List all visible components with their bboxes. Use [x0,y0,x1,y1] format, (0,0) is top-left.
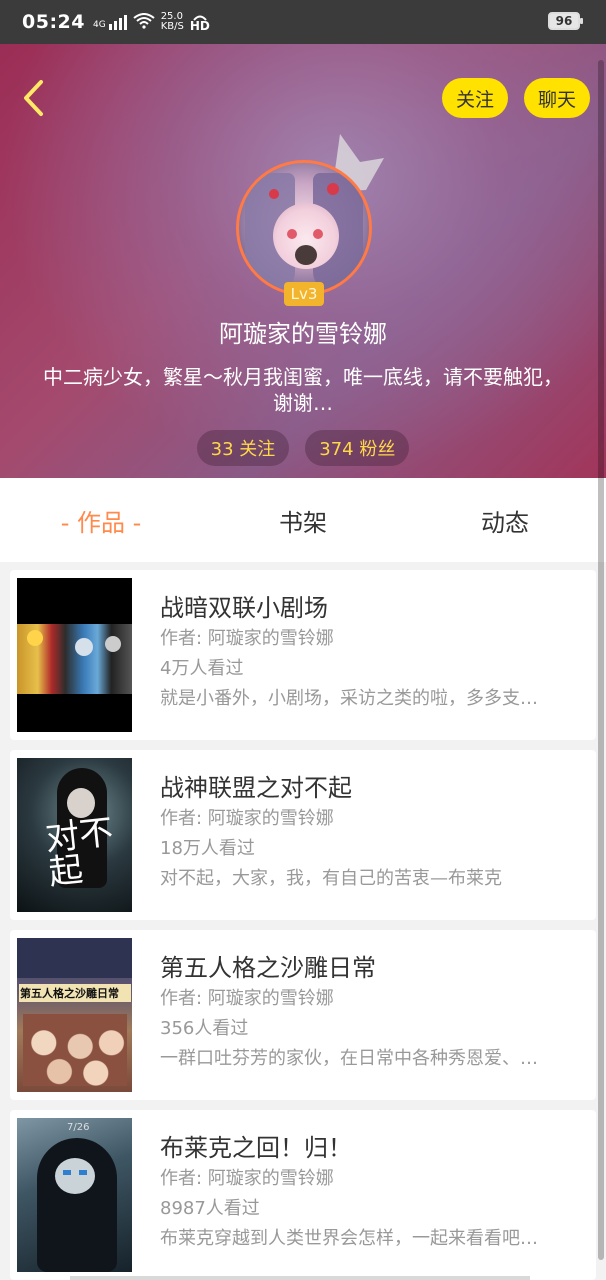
work-card[interactable]: 对不起 战神联盟之对不起 作者: 阿璇家的雪铃娜 18万人看过 对不起，大家，我… [10,750,596,920]
avatar-wrap[interactable] [236,160,372,296]
cover-title: 对不起 [43,812,116,893]
speed-unit: KB/S [160,21,184,32]
signal-icon: 4G [92,14,127,30]
work-views: 356人看过 [160,1018,249,1039]
work-title: 布莱克之回！归！ [160,1134,352,1162]
work-card[interactable]: 7/26 布莱克之回！归！ 作者: 阿璇家的雪铃娜 8987人看过 布莱克穿越到… [10,1110,596,1280]
work-info: 布莱克之回！归！ 作者: 阿璇家的雪铃娜 8987人看过 布莱克穿越到人类世界会… [160,1132,580,1254]
work-description: 就是小番外，小剧场，采访之类的啦，多多支… [160,688,538,709]
scrollbar[interactable] [598,60,604,1260]
bio: 中二病少女，繁星〜秋月我闺蜜，唯一底线，请不要触犯，谢谢… [43,365,563,415]
follow-button[interactable]: 关注 [441,78,508,118]
stats: 33 关注 374 粉丝 [0,430,606,466]
work-author: 作者: 阿璇家的雪铃娜 [160,808,334,829]
cover-title: 第五人格之沙雕日常 [19,984,131,1002]
status-icons: 4G 25.0 KB/S HD [93,12,210,32]
work-title: 第五人格之沙雕日常 [160,954,376,982]
profile-header: 关注 聊天 Lv3 阿璇家的雪铃娜 中二病少女，繁星〜秋月我闺蜜，唯一底线，请不… [0,44,606,478]
avatar-face [273,203,339,269]
work-author: 作者: 阿璇家的雪铃娜 [160,628,334,649]
work-views: 8987人看过 [160,1198,260,1219]
work-info: 第五人格之沙雕日常 作者: 阿璇家的雪铃娜 356人看过 一群口吐芬芳的家伙，在… [160,952,580,1074]
tab-bar: - 作品 - 书架 动态 [0,478,606,562]
status-time: 05:24 [22,11,85,33]
work-author: 作者: 阿璇家的雪铃娜 [160,988,334,1009]
work-description: 布莱克穿越到人类世界会怎样，一起来看看吧… [160,1228,538,1249]
work-cover: 7/26 [17,1118,132,1272]
work-title: 战神联盟之对不起 [160,774,352,802]
work-description: 一群口吐芬芳的家伙，在日常中各种秀恩爱、… [160,1048,538,1069]
chat-button[interactable]: 聊天 [523,78,590,118]
back-button[interactable] [16,78,50,118]
chevron-left-icon [24,80,43,116]
work-card[interactable]: 第五人格之沙雕日常 第五人格之沙雕日常 作者: 阿璇家的雪铃娜 356人看过 一… [10,930,596,1100]
tab-bookshelf[interactable]: 书架 [202,478,404,562]
cover-date: 7/26 [67,1122,90,1133]
work-author: 作者: 阿璇家的雪铃娜 [160,1168,334,1189]
battery-level: 96 [555,14,573,28]
followers-count[interactable]: 374 粉丝 [305,430,410,466]
status-bar: 05:24 4G 25.0 KB/S HD 96 [0,0,606,44]
work-cover: 第五人格之沙雕日常 [17,938,132,1092]
avatar[interactable] [236,160,372,296]
works-list: 战暗双联小剧场 作者: 阿璇家的雪铃娜 4万人看过 就是小番外，小剧场，采访之类… [0,562,606,1280]
top-actions: 关注 聊天 [441,78,590,118]
work-views: 18万人看过 [160,838,255,859]
work-info: 战神联盟之对不起 作者: 阿璇家的雪铃娜 18万人看过 对不起，大家，我，有自己… [160,772,580,894]
work-views: 4万人看过 [160,658,244,679]
following-count[interactable]: 33 关注 [196,430,290,466]
work-info: 战暗双联小剧场 作者: 阿璇家的雪铃娜 4万人看过 就是小番外，小剧场，采访之类… [160,592,580,714]
signal-label: 4G [92,19,106,30]
battery-icon: 96 [548,12,583,30]
bottom-divider [70,1276,530,1280]
hd-label: HD [189,18,210,33]
network-speed: 25.0 KB/S [161,12,184,32]
wifi-icon [133,12,155,32]
work-title: 战暗双联小剧场 [160,594,328,622]
work-card[interactable]: 战暗双联小剧场 作者: 阿璇家的雪铃娜 4万人看过 就是小番外，小剧场，采访之类… [10,570,596,740]
tab-works[interactable]: - 作品 - [0,478,202,562]
level-badge: Lv3 [284,282,324,306]
hd-icon: HD [189,14,210,33]
tab-activity[interactable]: 动态 [404,478,606,562]
work-description: 对不起，大家，我，有自己的苦衷—布莱克 [160,868,502,889]
username: 阿璇家的雪铃娜 [219,320,387,348]
work-cover: 对不起 [17,758,132,912]
work-cover [17,578,132,732]
